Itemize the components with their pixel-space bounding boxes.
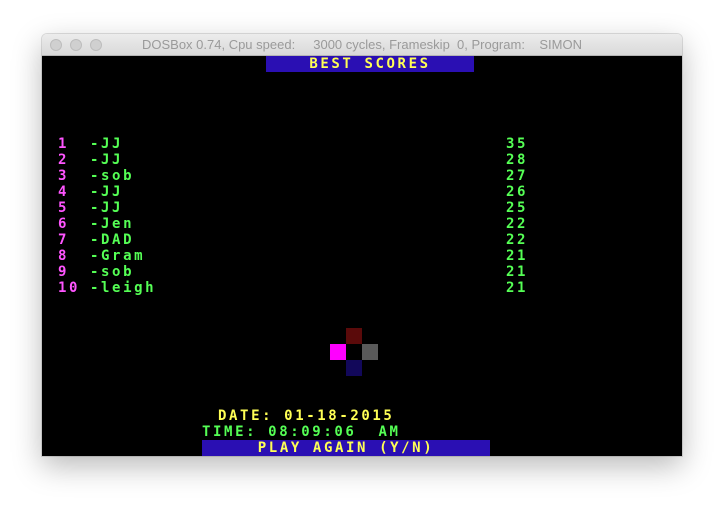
simon-pad-top xyxy=(346,328,362,344)
simon-pad-right xyxy=(362,344,378,360)
score-value: 21 xyxy=(506,248,529,264)
play-again-prompt[interactable]: PLAY AGAIN (Y/N) xyxy=(202,440,490,456)
score-name: -DAD xyxy=(90,232,135,248)
best-scores-header: BEST SCORES xyxy=(266,56,474,72)
score-rank: 2 xyxy=(58,152,70,168)
score-rank: 7 xyxy=(58,232,70,248)
score-value: 21 xyxy=(506,264,529,280)
score-value: 25 xyxy=(506,200,529,216)
game-screen[interactable]: BEST SCORES 1 -JJ 35 2 -JJ 28 3 -sob 27 4 -JJ 26 5 -J… xyxy=(42,56,682,456)
score-name: -JJ xyxy=(90,200,124,216)
score-value: 22 xyxy=(506,232,529,248)
score-rank: 5 xyxy=(58,200,70,216)
simon-pad-bottom xyxy=(346,360,362,376)
score-value: 27 xyxy=(506,168,529,184)
date-line: DATE: 01-18-2015 xyxy=(218,408,395,424)
dosbox-window: DOSBox 0.74, Cpu speed: 3000 cycles, Fra… xyxy=(42,34,682,456)
score-value: 22 xyxy=(506,216,529,232)
simon-pad-left xyxy=(330,344,346,360)
score-value: 35 xyxy=(506,136,529,152)
window-title: DOSBox 0.74, Cpu speed: 3000 cycles, Fra… xyxy=(141,37,582,52)
score-name: -JJ xyxy=(90,136,124,152)
score-rank: 6 xyxy=(58,216,70,232)
score-name: -sob xyxy=(90,168,135,184)
score-rank: 9 xyxy=(58,264,70,280)
score-rank: 10 xyxy=(58,280,81,296)
score-name: -Gram xyxy=(90,248,146,264)
score-name: -JJ xyxy=(90,152,124,168)
score-name: -sob xyxy=(90,264,135,280)
score-rank: 8 xyxy=(58,248,70,264)
score-value: 21 xyxy=(506,280,529,296)
time-line: TIME: 08:09:06 AM xyxy=(202,424,401,440)
window-titlebar[interactable]: DOSBox 0.74, Cpu speed: 3000 cycles, Fra… xyxy=(42,34,682,56)
score-name: -leigh xyxy=(90,280,157,296)
score-rank: 1 xyxy=(58,136,70,152)
score-rank: 4 xyxy=(58,184,70,200)
score-rank: 3 xyxy=(58,168,70,184)
score-name: -JJ xyxy=(90,184,124,200)
score-name: -Jen xyxy=(90,216,135,232)
score-value: 28 xyxy=(506,152,529,168)
score-value: 26 xyxy=(506,184,529,200)
